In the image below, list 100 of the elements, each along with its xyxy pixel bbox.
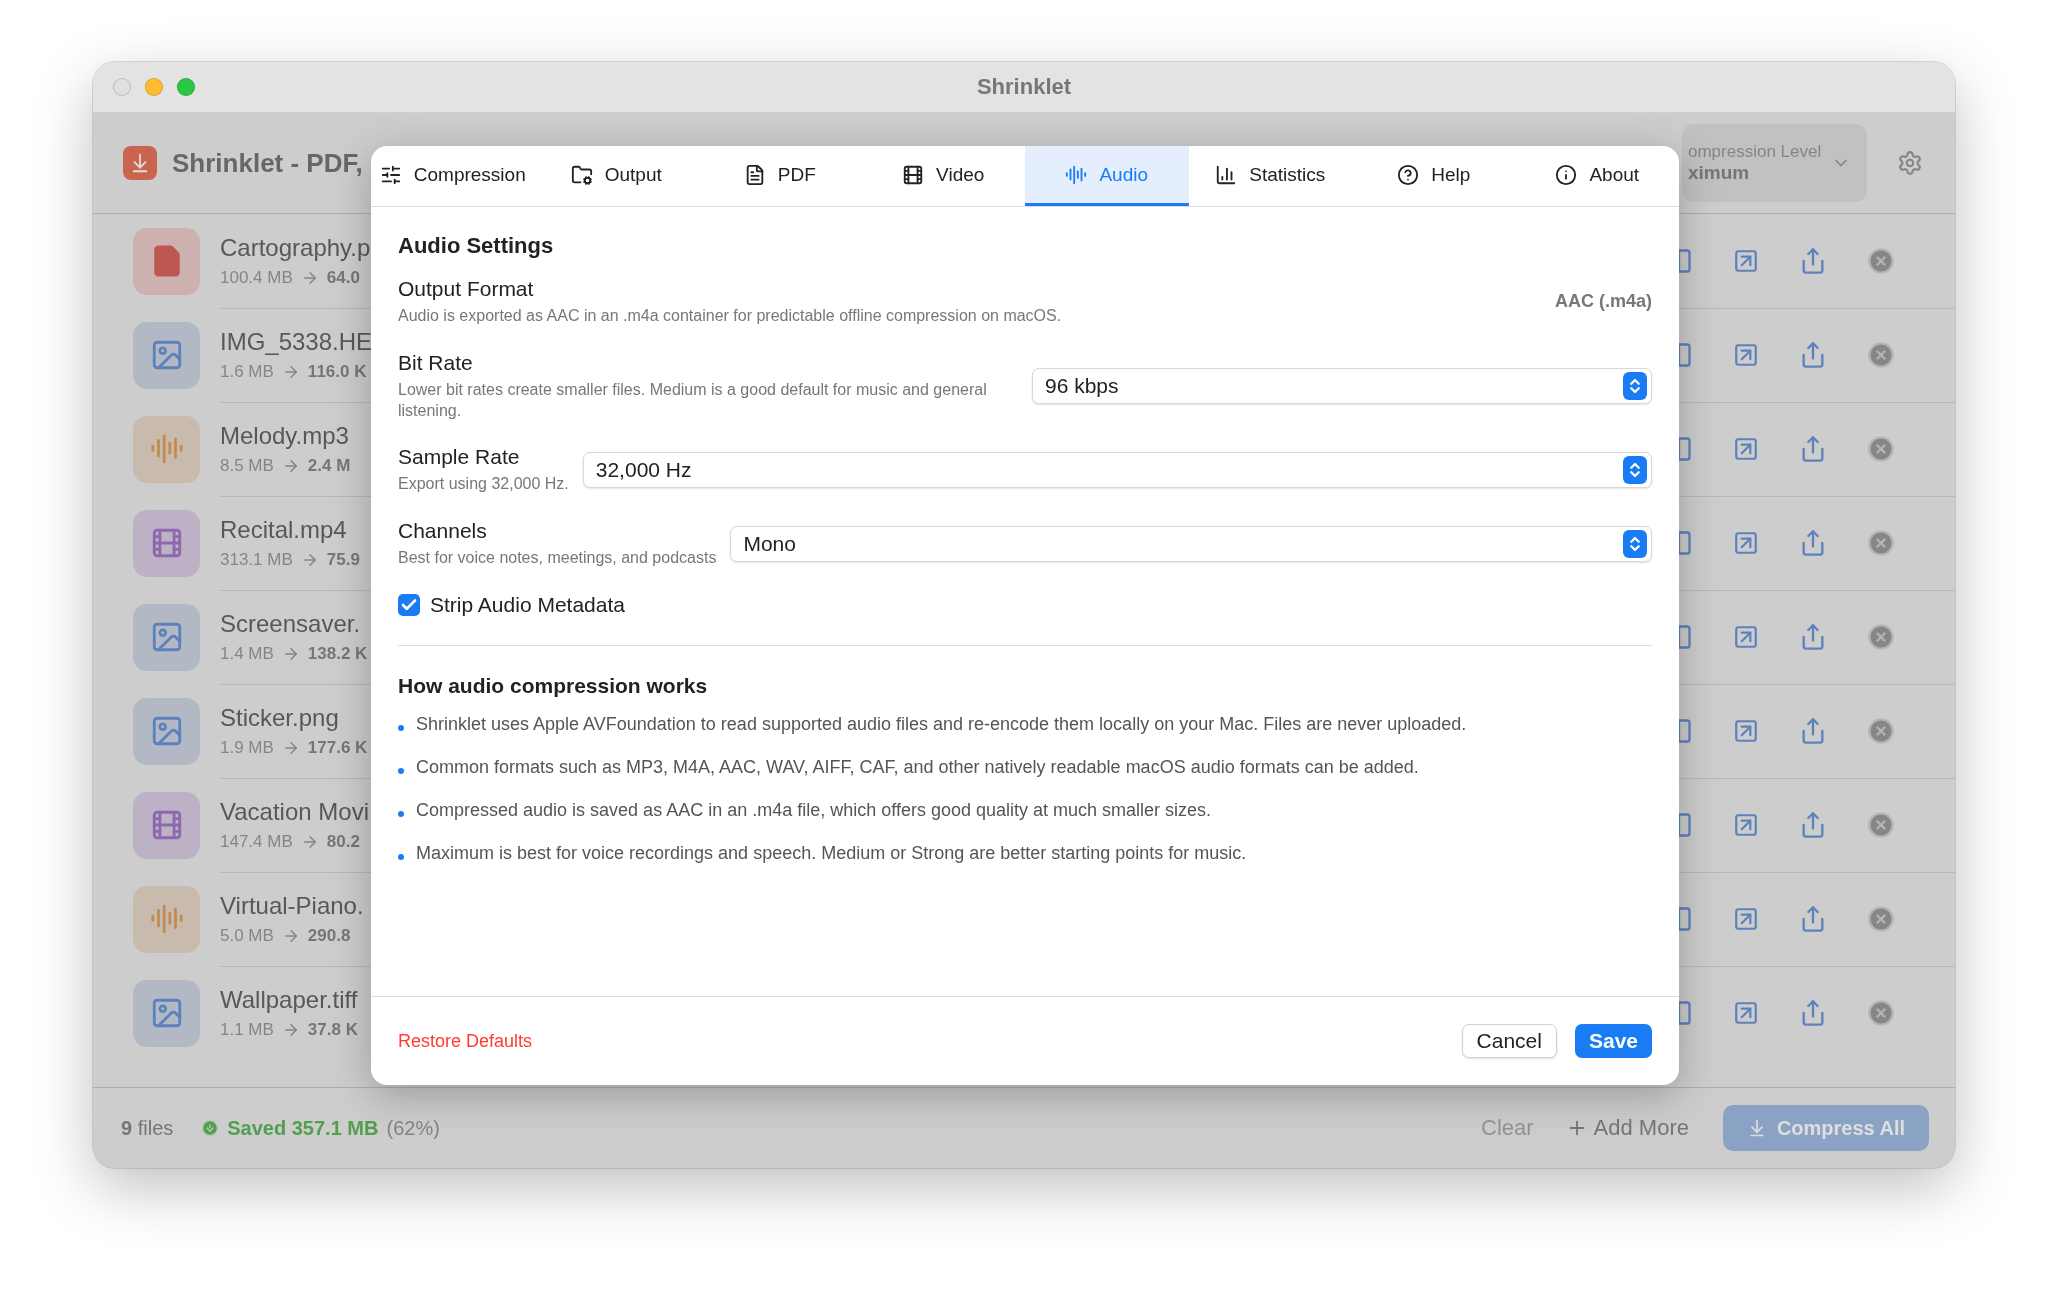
folder-gear-icon <box>570 163 593 186</box>
setting-description: Best for voice notes, meetings, and podcasts <box>398 548 717 569</box>
original-size: 5.0 MB <box>220 925 274 946</box>
image-icon <box>133 979 200 1047</box>
settings-icon[interactable] <box>1897 150 1923 176</box>
image-icon <box>133 603 200 671</box>
remove-icon[interactable] <box>1867 528 1895 557</box>
bullet-icon <box>398 854 404 861</box>
remove-icon[interactable] <box>1867 340 1895 369</box>
setting-label: Output Format <box>398 277 535 301</box>
section-title: Audio Settings <box>398 233 555 259</box>
saved-percent: (62%) <box>386 1116 440 1140</box>
compressed-size: 2.4 M <box>307 455 351 476</box>
waveform-icon <box>1065 163 1088 186</box>
settings-tab[interactable]: PDF <box>698 146 862 206</box>
bullet-icon <box>398 768 404 775</box>
compressed-size: 37.8 K <box>307 1020 358 1040</box>
file-count: 9 files <box>121 1116 174 1140</box>
original-size: 8.5 MB <box>220 455 274 476</box>
original-size: 1.1 MB <box>220 1020 274 1040</box>
minimize-button[interactable] <box>145 78 163 96</box>
select-field[interactable]: 96 kbps <box>1032 368 1652 405</box>
zoom-button[interactable] <box>177 78 195 96</box>
settings-tab[interactable]: Compression <box>371 146 535 206</box>
open-icon[interactable] <box>1733 341 1759 368</box>
setting-label: Sample Rate <box>398 445 521 470</box>
select-field[interactable]: 32,000 Hz <box>582 452 1652 489</box>
original-size: 100.4 MB <box>220 267 293 288</box>
section-title: How audio compression works <box>398 674 709 698</box>
file-name: IMG_5338.HE <box>220 327 370 356</box>
compressed-size: 290.8 <box>307 925 351 946</box>
setting-description: Lower bit rates create smaller files. Medium is a good default for music and general listening. <box>398 379 988 421</box>
film-icon <box>133 509 200 577</box>
bar-chart-icon <box>1215 163 1238 186</box>
restore-defaults-link[interactable]: Restore Defaults <box>398 1030 533 1052</box>
image-icon <box>133 697 200 765</box>
settings-tab[interactable]: Output <box>534 146 698 206</box>
compressed-size: 138.2 K <box>307 643 368 664</box>
saved-amount: Saved 357.1 MB <box>227 1116 379 1140</box>
app-logo-icon <box>123 146 157 180</box>
stepper-icon <box>1623 530 1647 559</box>
open-icon[interactable] <box>1733 905 1759 932</box>
file-name: Melody.mp3 <box>220 421 350 450</box>
settings-tab[interactable]: Video <box>861 146 1025 206</box>
remove-icon[interactable] <box>1867 434 1895 463</box>
compressed-size: 116.0 K <box>307 361 367 382</box>
film-icon <box>133 791 200 859</box>
setting-description: Audio is exported as AAC in an .m4a container for predictable offline compression on macOS. <box>398 306 1062 326</box>
open-icon[interactable] <box>1733 435 1759 462</box>
file-name: Screensaver. <box>220 609 362 638</box>
compressed-size: 80.2 <box>326 831 360 852</box>
image-icon <box>133 321 200 389</box>
file-name: Vacation Movi <box>220 797 370 826</box>
original-size: 1.4 MB <box>220 643 274 664</box>
settings-tab[interactable]: Help <box>1352 146 1516 206</box>
stepper-icon <box>1623 456 1647 485</box>
open-icon[interactable] <box>1733 623 1759 650</box>
checkbox[interactable] <box>398 594 420 616</box>
remove-icon[interactable] <box>1867 904 1895 933</box>
remove-icon[interactable] <box>1867 622 1895 651</box>
bullet-text: Maximum is best for voice recordings and speech. Medium or Strong are better starting points for music. <box>416 843 1247 864</box>
bullet-text: Shrinklet uses Apple AVFoundation to read supported audio files and re-encode them locally on your Mac. Files are never uploaded. <box>416 714 1467 735</box>
open-icon[interactable] <box>1733 1000 1759 1026</box>
open-icon[interactable] <box>1733 811 1759 838</box>
close-button[interactable] <box>113 78 131 96</box>
file-name: Sticker.png <box>220 703 340 732</box>
cancel-button[interactable]: Cancel <box>1461 1024 1557 1058</box>
file-name: Wallpaper.tiff <box>220 986 359 1014</box>
original-size: 147.4 MB <box>220 831 293 852</box>
original-size: 1.9 MB <box>220 737 274 758</box>
waveform-icon <box>133 885 200 953</box>
compressed-size: 75.9 <box>326 549 360 570</box>
remove-icon[interactable] <box>1867 716 1895 745</box>
settings-tab[interactable]: Statistics <box>1188 146 1352 206</box>
remove-icon[interactable] <box>1867 810 1895 839</box>
original-size: 1.6 MB <box>220 361 274 382</box>
checkbox-label: Strip Audio Metadata <box>430 593 625 617</box>
select-field[interactable]: Mono <box>730 526 1652 563</box>
file-name: Recital.mp4 <box>220 515 348 544</box>
document-icon <box>133 227 200 295</box>
open-icon[interactable] <box>1733 247 1759 274</box>
file-name: Virtual-Piano. <box>220 891 365 920</box>
saved-icon <box>201 1119 220 1137</box>
remove-icon[interactable] <box>1867 246 1895 275</box>
info-icon <box>1555 163 1578 186</box>
setting-value: AAC (.m4a) <box>1555 291 1652 313</box>
compressed-size: 177.6 K <box>307 737 368 758</box>
help-icon <box>1397 163 1420 186</box>
window-title: Shrinklet <box>976 74 1072 100</box>
waveform-icon <box>133 415 200 483</box>
open-icon[interactable] <box>1733 717 1759 744</box>
save-button[interactable]: Save <box>1574 1024 1652 1058</box>
setting-label: Bit Rate <box>398 350 474 375</box>
stepper-icon <box>1623 372 1647 401</box>
remove-icon[interactable] <box>1867 999 1895 1027</box>
setting-description: Export using 32,000 Hz. <box>398 474 569 495</box>
file-name: Cartography.p <box>220 233 370 262</box>
open-icon[interactable] <box>1733 529 1759 556</box>
settings-tab[interactable]: About <box>1515 146 1679 206</box>
bullet-icon <box>398 725 404 732</box>
